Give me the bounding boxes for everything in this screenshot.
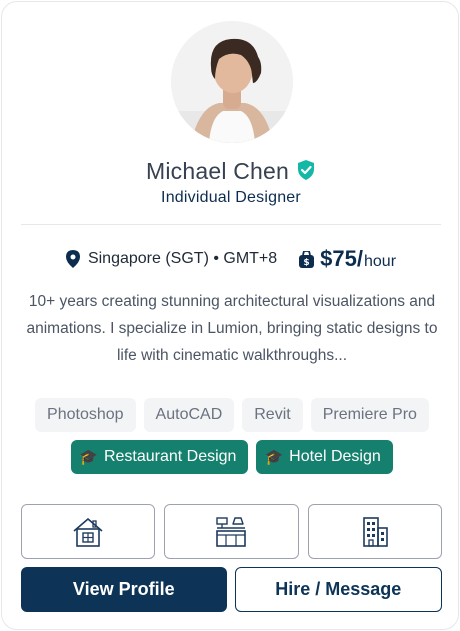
- money-bag-icon: $: [299, 249, 315, 268]
- skill-tag-autocad: AutoCAD: [143, 398, 235, 432]
- skill-tag-photoshop: Photoshop: [35, 398, 136, 432]
- skill-tag-premiere-pro: Premiere Pro: [310, 398, 429, 432]
- category-buttons: [21, 504, 442, 559]
- view-profile-button[interactable]: View Profile: [21, 567, 227, 612]
- specialization-tag-restaurant: 🎓 Restaurant Design: [71, 440, 249, 474]
- skill-tag-revit: Revit: [242, 398, 303, 432]
- hourly-rate: $ $75/ hour: [299, 246, 396, 272]
- graduation-cap-icon: 🎓: [264, 449, 284, 466]
- hire-message-button[interactable]: Hire / Message: [234, 567, 442, 612]
- bio-text: 10+ years creating stunning architectura…: [26, 293, 438, 364]
- avatar: [171, 21, 293, 143]
- building-icon: [363, 516, 388, 547]
- category-kitchen-button[interactable]: [164, 504, 299, 559]
- action-buttons: View Profile Hire / Message: [21, 567, 442, 612]
- profile-name: Michael Chen: [145, 157, 290, 184]
- kitchen-icon: [216, 516, 247, 547]
- location-text: Singapore (SGT) • GMT+8: [87, 250, 278, 267]
- category-residential-button[interactable]: [21, 504, 156, 559]
- category-commercial-button[interactable]: [307, 504, 442, 559]
- graduation-cap-icon: 🎓: [79, 449, 98, 466]
- specialization-label: Restaurant Design: [103, 448, 237, 465]
- svg-text:$: $: [304, 258, 310, 268]
- location: Singapore (SGT) • GMT+8: [65, 250, 278, 268]
- divider: [21, 224, 441, 225]
- name-row: Michael Chen: [2, 155, 460, 187]
- location-pin-icon: [65, 250, 80, 268]
- house-icon: [73, 517, 103, 547]
- rate-amount: $75/: [320, 246, 363, 271]
- meta-row: Singapore (SGT) • GMT+8 $ $75/ hour: [2, 242, 460, 276]
- verified-badge-icon: [296, 159, 316, 181]
- avatar-photo: [171, 21, 293, 143]
- rate-unit: hour: [364, 253, 397, 270]
- profile-title: Individual Designer: [161, 189, 301, 206]
- specialization-tag-hotel: 🎓 Hotel Design: [256, 440, 393, 474]
- specialization-label: Hotel Design: [289, 448, 381, 465]
- skills-tags: Photoshop AutoCAD Revit Premiere Pro 🎓 R…: [16, 398, 448, 474]
- profile-card: Michael Chen Individual Designer Singapo…: [1, 1, 459, 630]
